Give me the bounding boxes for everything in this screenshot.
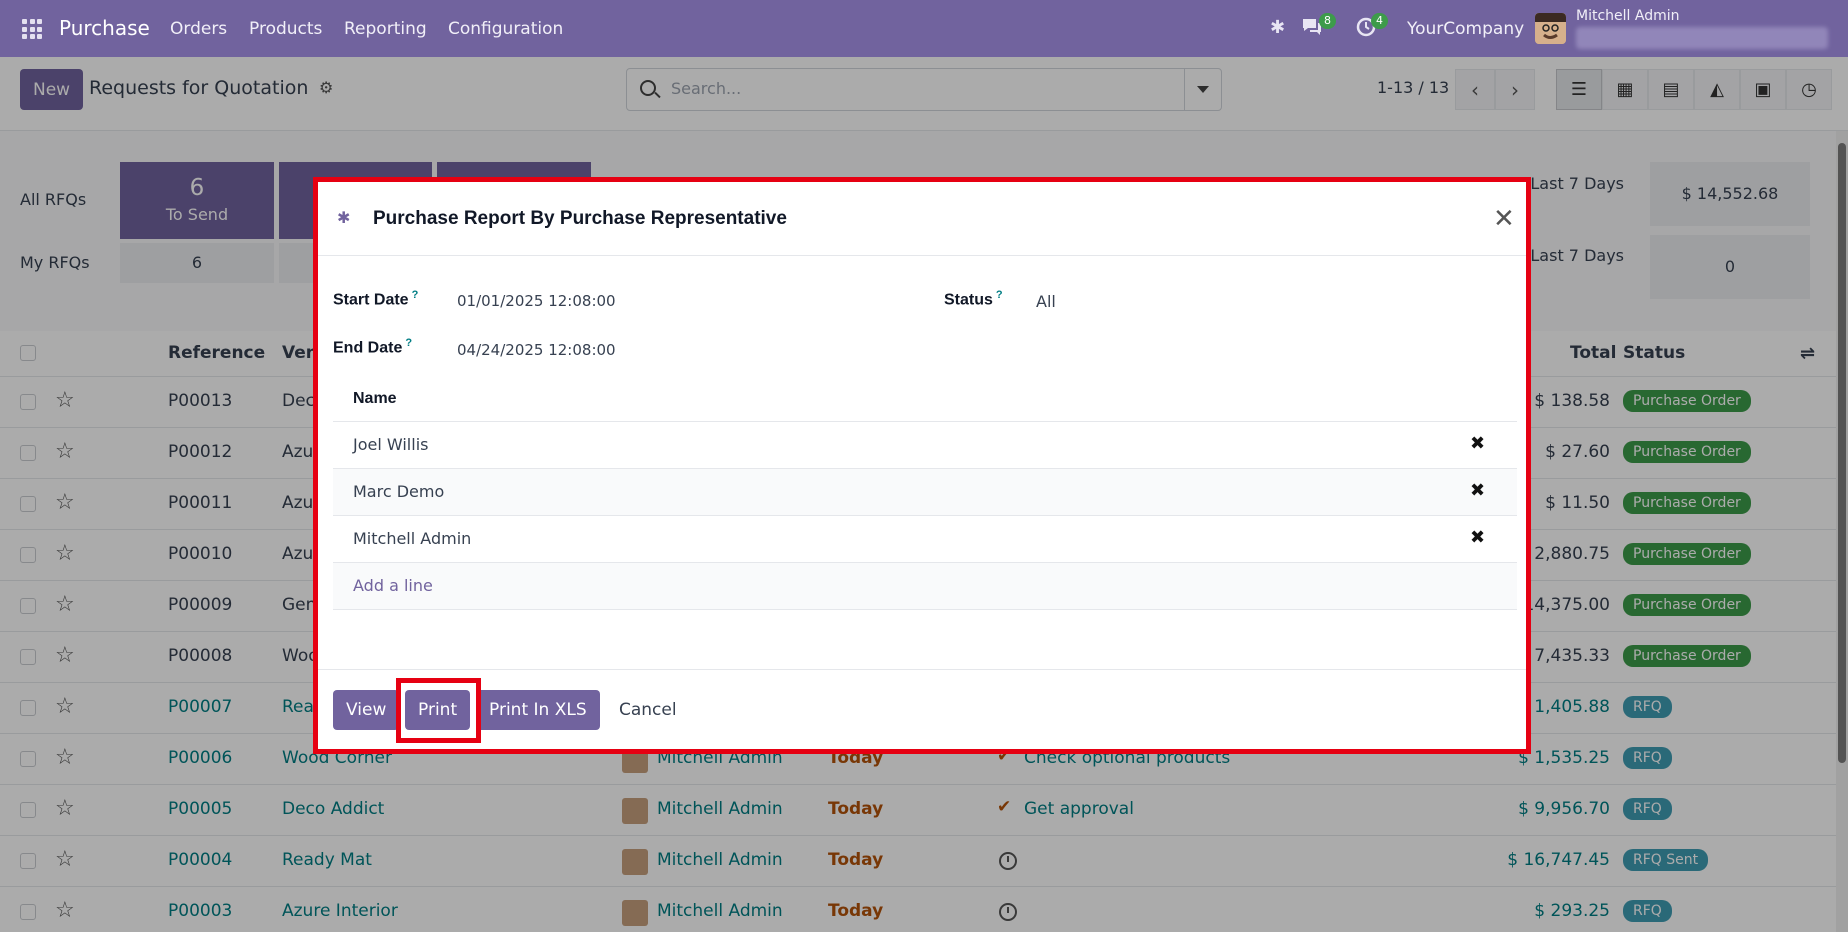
- status-label: Status?: [944, 289, 1003, 309]
- rep-name: Marc Demo: [353, 482, 445, 501]
- start-date-field[interactable]: 01/01/2025 12:08:00: [457, 292, 616, 310]
- view-button[interactable]: View: [333, 690, 400, 730]
- dialog-header: ✱ Purchase Report By Purchase Representa…: [317, 180, 1527, 256]
- dialog-title: Purchase Report By Purchase Representati…: [373, 208, 787, 229]
- start-date-label: Start Date?: [333, 289, 419, 309]
- rep-name: Joel Willis: [353, 435, 429, 454]
- user-name[interactable]: Mitchell Admin: [1576, 8, 1680, 24]
- print-button[interactable]: Print: [405, 690, 471, 730]
- end-date-label: End Date?: [333, 337, 413, 357]
- remove-icon[interactable]: ✖: [1470, 527, 1485, 548]
- remove-icon[interactable]: ✖: [1470, 433, 1485, 454]
- user-db-blurred: [1576, 27, 1828, 49]
- add-line-row: Add a line: [333, 563, 1517, 610]
- list-item[interactable]: Joel Willis ✖: [333, 422, 1517, 469]
- menu-configuration[interactable]: Configuration: [448, 19, 563, 39]
- close-icon[interactable]: ✕: [1493, 206, 1515, 232]
- menu-products[interactable]: Products: [249, 19, 322, 39]
- names-table-header: Name: [333, 377, 1517, 422]
- cancel-button[interactable]: Cancel: [606, 690, 690, 730]
- bug-icon: ✱: [337, 208, 351, 227]
- dialog-footer: View Print Print In XLS Cancel: [317, 669, 1527, 750]
- menu-orders[interactable]: Orders: [170, 19, 227, 39]
- activity-badge: 4: [1371, 13, 1388, 29]
- end-date-field[interactable]: 04/24/2025 12:08:00: [457, 341, 616, 359]
- debug-bug-icon[interactable]: ✱: [1270, 17, 1285, 38]
- apps-menu-icon[interactable]: [22, 19, 42, 39]
- remove-icon[interactable]: ✖: [1470, 480, 1485, 501]
- help-icon[interactable]: ?: [996, 289, 1003, 301]
- rep-name: Mitchell Admin: [353, 529, 472, 548]
- menu-reporting[interactable]: Reporting: [344, 19, 427, 39]
- add-line-link[interactable]: Add a line: [353, 576, 433, 595]
- help-icon[interactable]: ?: [405, 337, 412, 349]
- status-field[interactable]: All: [1036, 292, 1056, 311]
- list-item[interactable]: Marc Demo ✖: [333, 469, 1517, 516]
- name-column-header: Name: [353, 390, 397, 407]
- chat-badge: 8: [1319, 13, 1336, 29]
- help-icon[interactable]: ?: [412, 289, 419, 301]
- app-brand[interactable]: Purchase: [59, 16, 150, 40]
- print-xls-button[interactable]: Print In XLS: [476, 690, 600, 730]
- report-dialog: ✱ Purchase Report By Purchase Representa…: [317, 180, 1527, 750]
- top-navbar: Purchase Orders Products Reporting Confi…: [0, 0, 1848, 57]
- company-switcher[interactable]: YourCompany: [1407, 19, 1524, 39]
- user-avatar[interactable]: [1535, 13, 1566, 44]
- list-item[interactable]: Mitchell Admin ✖: [333, 516, 1517, 563]
